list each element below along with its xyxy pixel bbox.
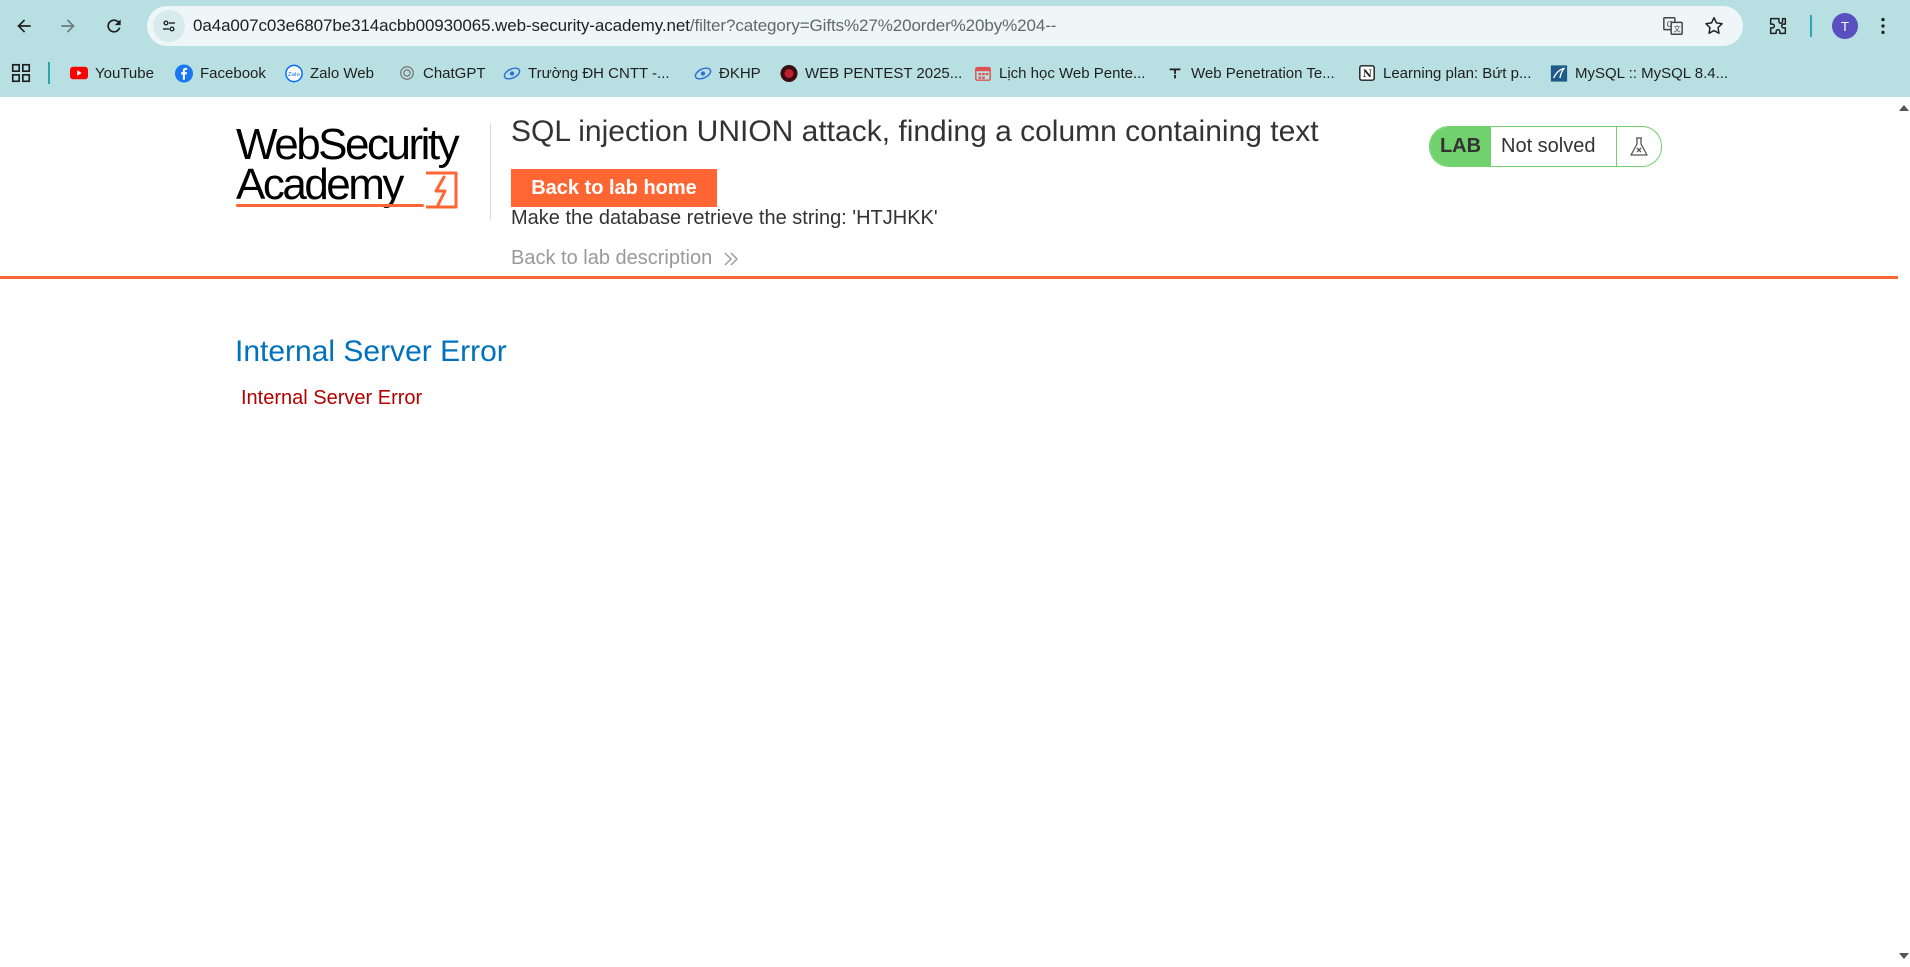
calendar-icon: [974, 64, 992, 82]
bookmark-web-penetration[interactable]: Web Penetration Te...: [1166, 60, 1335, 86]
translate-icon: G 文: [1663, 17, 1683, 35]
notion-icon: N: [1358, 64, 1376, 82]
more-vert-icon: [1881, 17, 1885, 35]
apps-grid-icon: [11, 63, 31, 83]
bookmark-star-button[interactable]: [1702, 14, 1726, 38]
arrow-left-icon: [17, 19, 31, 33]
reload-icon: [107, 19, 121, 33]
bookmark-label: MySQL :: MySQL 8.4...: [1575, 64, 1729, 82]
site-info-button[interactable]: [153, 10, 185, 42]
bookmarks-bar: YouTube Facebook Zalo Zalo Web ChatGPT T…: [0, 56, 1910, 90]
logo-lightning-icon: [426, 171, 458, 209]
youtube-icon: [70, 64, 88, 82]
svg-text:N: N: [1363, 69, 1372, 80]
profile-avatar[interactable]: T: [1832, 13, 1858, 39]
flask-icon-container: [1616, 127, 1661, 166]
bookmark-zalo[interactable]: Zalo Zalo Web: [285, 60, 374, 86]
back-to-lab-description-link[interactable]: Back to lab description: [511, 247, 740, 270]
bookmark-mysql[interactable]: MySQL :: MySQL 8.4...: [1550, 60, 1728, 86]
address-bar[interactable]: 0a4a007c03e6807be314acbb00930065.web-sec…: [147, 6, 1743, 46]
uit-icon: [694, 64, 712, 82]
bookmark-uit[interactable]: Trường ĐH CNTT -...: [503, 60, 670, 86]
bookmark-label: Lịch học Web Pente...: [999, 64, 1146, 82]
double-chevron-right-icon: [724, 252, 739, 265]
toolbar-divider: [1810, 15, 1812, 37]
svg-text:文: 文: [1673, 25, 1681, 34]
facebook-icon: [175, 64, 193, 82]
flask-icon: [1630, 136, 1648, 156]
bookmark-youtube[interactable]: YouTube: [70, 60, 154, 86]
scroll-up-arrow-icon[interactable]: [1898, 103, 1910, 113]
url-text[interactable]: 0a4a007c03e6807be314acbb00930065.web-sec…: [193, 16, 1056, 36]
bookmark-label: ChatGPT: [423, 64, 486, 82]
bookmark-label: Facebook: [200, 64, 266, 82]
lab-title: SQL injection UNION attack, finding a co…: [511, 115, 1319, 148]
bookmark-dkhp[interactable]: ĐKHP: [694, 60, 761, 86]
bookmark-learning-plan[interactable]: N Learning plan: Bứt p...: [1358, 60, 1531, 86]
error-heading: Internal Server Error: [235, 335, 507, 368]
translate-button[interactable]: G 文: [1661, 14, 1685, 38]
header-divider: [490, 123, 491, 219]
mysql-icon: [1550, 64, 1568, 82]
bookmark-label: YouTube: [95, 64, 154, 82]
logo-text-academy: Academy: [236, 160, 404, 209]
scroll-down-arrow-icon[interactable]: [1898, 951, 1910, 961]
arrow-right-icon: [61, 19, 75, 33]
tune-icon: [163, 20, 175, 32]
error-message: Internal Server Error: [241, 387, 423, 409]
web-security-academy-logo[interactable]: WebSecurity Academy: [236, 123, 486, 213]
portswigger-icon: [1166, 64, 1184, 82]
reload-button[interactable]: [98, 10, 130, 42]
svg-text:Zalo: Zalo: [288, 71, 300, 77]
bookmark-label: WEB PENTEST 2025...: [805, 64, 963, 82]
url-host: 0a4a007c03e6807be314acbb00930065.web-sec…: [193, 16, 690, 35]
header-orange-rule: [0, 276, 1898, 279]
logo-underline: [236, 204, 424, 207]
lab-status-widget: LAB Not solved: [1429, 126, 1662, 167]
bookmark-facebook[interactable]: Facebook: [175, 60, 266, 86]
chatgpt-icon: [398, 64, 416, 82]
bookmark-label: Learning plan: Bứt p...: [1383, 64, 1532, 82]
star-icon: [1705, 17, 1723, 34]
bookmark-label: Web Penetration Te...: [1191, 64, 1335, 82]
url-path: /filter?category=Gifts%27%20order%20by%2…: [689, 16, 1057, 35]
pentest-icon: [780, 64, 798, 82]
back-to-lab-home-button[interactable]: Back to lab home: [511, 169, 717, 207]
lab-status-text: Not solved: [1501, 135, 1596, 157]
back-to-lab-description-label: Back to lab description: [511, 247, 713, 269]
browser-toolbar: 0a4a007c03e6807be314acbb00930065.web-sec…: [0, 0, 1910, 52]
lab-objective: Make the database retrieve the string: '…: [511, 207, 938, 229]
puzzle-icon: [1769, 17, 1787, 35]
forward-nav-button[interactable]: [52, 10, 84, 42]
bookmark-chatgpt[interactable]: ChatGPT: [398, 60, 486, 86]
back-nav-button[interactable]: [8, 10, 40, 42]
bookmark-lich-hoc[interactable]: Lịch học Web Pente...: [974, 60, 1145, 86]
page-content: WebSecurity Academy SQL injection UNION …: [0, 97, 1910, 967]
bookmark-label: ĐKHP: [719, 64, 761, 82]
browser-menu-button[interactable]: [1867, 10, 1899, 42]
apps-button[interactable]: [10, 60, 32, 86]
bookmark-label: Trường ĐH CNTT -...: [528, 64, 670, 82]
zalo-icon: Zalo: [285, 64, 303, 82]
lab-badge: LAB: [1430, 127, 1491, 166]
uit-icon: [503, 64, 521, 82]
extensions-button[interactable]: [1762, 10, 1794, 42]
bookmark-web-pentest[interactable]: WEB PENTEST 2025...: [780, 60, 962, 86]
bookmarks-divider: [48, 62, 50, 84]
bookmark-label: Zalo Web: [310, 64, 374, 82]
browser-chrome: 0a4a007c03e6807be314acbb00930065.web-sec…: [0, 0, 1910, 97]
